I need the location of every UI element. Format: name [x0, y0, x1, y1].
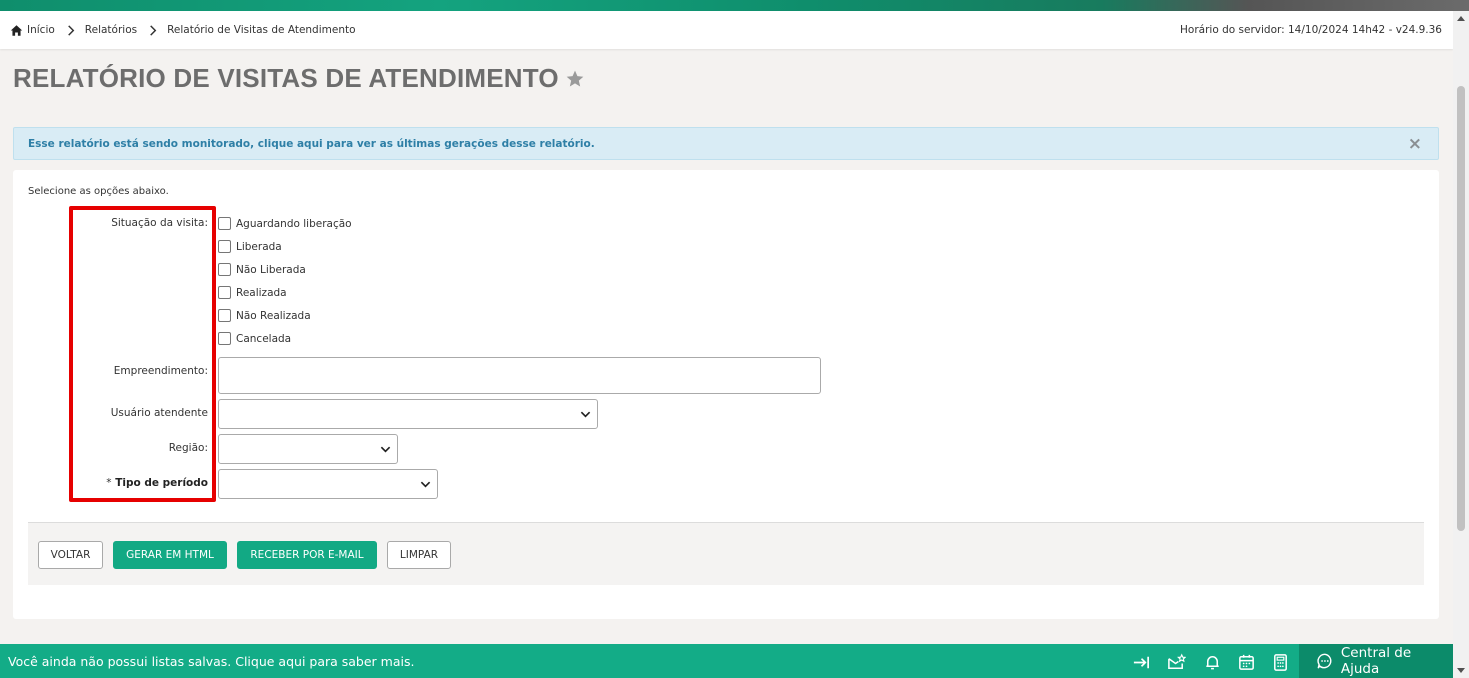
- checkbox-label[interactable]: Realizada: [236, 287, 287, 299]
- calendar-icon[interactable]: [1236, 652, 1256, 672]
- gerar-html-button[interactable]: GERAR EM HTML: [113, 541, 227, 569]
- chat-bubble-icon: [1317, 653, 1332, 669]
- breadcrumb: Início Relatórios Relatório de Visitas d…: [0, 11, 1453, 49]
- scroll-down-arrow-icon[interactable]: [1457, 668, 1465, 673]
- checkbox-realizada[interactable]: Realizada: [218, 286, 287, 299]
- mail-star-icon[interactable]: [1166, 652, 1186, 672]
- saved-lists-message[interactable]: Você ainda não possui listas salvas. Cli…: [8, 654, 414, 669]
- collapse-arrow-icon[interactable]: [1131, 652, 1151, 672]
- page-header: RELATÓRIO DE VISITAS DE ATENDIMENTO: [13, 63, 585, 94]
- action-bar: VOLTAR GERAR EM HTML RECEBER POR E-MAIL …: [28, 522, 1424, 585]
- checkbox-label[interactable]: Cancelada: [236, 333, 291, 345]
- bell-icon[interactable]: [1202, 652, 1222, 672]
- top-accent-strip: [0, 0, 1469, 11]
- breadcrumb-home[interactable]: Início: [10, 24, 55, 37]
- chevron-down-icon: [380, 444, 391, 455]
- tipo-periodo-select[interactable]: [218, 469, 438, 499]
- checkbox[interactable]: [218, 332, 231, 345]
- checkbox-nao-liberada[interactable]: Não Liberada: [218, 263, 306, 276]
- checkbox-label[interactable]: Aguardando liberação: [236, 218, 352, 230]
- checkbox-liberada[interactable]: Liberada: [218, 240, 282, 253]
- voltar-button[interactable]: VOLTAR: [38, 541, 103, 569]
- receber-email-button[interactable]: RECEBER POR E-MAIL: [237, 541, 377, 569]
- page-title: RELATÓRIO DE VISITAS DE ATENDIMENTO: [13, 63, 559, 93]
- scroll-up-arrow-icon[interactable]: [1457, 16, 1465, 21]
- footer-bar: Você ainda não possui listas salvas. Cli…: [0, 644, 1453, 678]
- server-time: Horário do servidor: 14/10/2024 14h42 - …: [1180, 24, 1442, 36]
- chevron-right-icon: [67, 24, 75, 36]
- checkbox[interactable]: [218, 217, 231, 230]
- report-form-panel: Selecione as opções abaixo. Situação da …: [13, 170, 1439, 619]
- chevron-down-icon: [420, 479, 431, 490]
- checkbox[interactable]: [218, 263, 231, 276]
- regiao-select[interactable]: [218, 434, 398, 464]
- breadcrumb-relatorios[interactable]: Relatórios: [85, 24, 137, 36]
- checkbox[interactable]: [218, 286, 231, 299]
- alert-text[interactable]: Esse relatório está sendo monitorado, cl…: [28, 138, 595, 150]
- checkbox-aguardando-liberacao[interactable]: Aguardando liberação: [218, 217, 352, 230]
- highlight-annotation-box: [69, 206, 216, 502]
- usuario-atendente-select[interactable]: [218, 399, 598, 429]
- favorite-star-icon[interactable]: [565, 69, 585, 89]
- help-center-label[interactable]: Central de Ajuda: [1341, 645, 1453, 677]
- checkbox-label[interactable]: Não Liberada: [236, 264, 306, 276]
- checkbox[interactable]: [218, 240, 231, 253]
- form-hint: Selecione as opções abaixo.: [28, 186, 169, 197]
- breadcrumb-label-inicio[interactable]: Início: [27, 24, 55, 36]
- checkbox-cancelada[interactable]: Cancelada: [218, 332, 291, 345]
- checkbox-nao-realizada[interactable]: Não Realizada: [218, 309, 311, 322]
- home-icon: [10, 24, 23, 37]
- chevron-right-icon: [149, 24, 157, 36]
- breadcrumb-current: Relatório de Visitas de Atendimento: [167, 24, 356, 36]
- scroll-thumb[interactable]: [1457, 86, 1465, 531]
- calculator-icon[interactable]: [1270, 652, 1290, 672]
- close-icon[interactable]: ×: [1408, 136, 1422, 153]
- checkbox-label[interactable]: Não Realizada: [236, 310, 311, 322]
- empreendimento-input[interactable]: [218, 357, 821, 394]
- help-center-button[interactable]: Central de Ajuda: [1299, 644, 1453, 678]
- chevron-down-icon: [580, 409, 591, 420]
- checkbox[interactable]: [218, 309, 231, 322]
- monitoring-alert[interactable]: Esse relatório está sendo monitorado, cl…: [13, 127, 1439, 160]
- checkbox-label[interactable]: Liberada: [236, 241, 282, 253]
- vertical-scrollbar[interactable]: [1453, 11, 1469, 678]
- limpar-button[interactable]: LIMPAR: [387, 541, 451, 569]
